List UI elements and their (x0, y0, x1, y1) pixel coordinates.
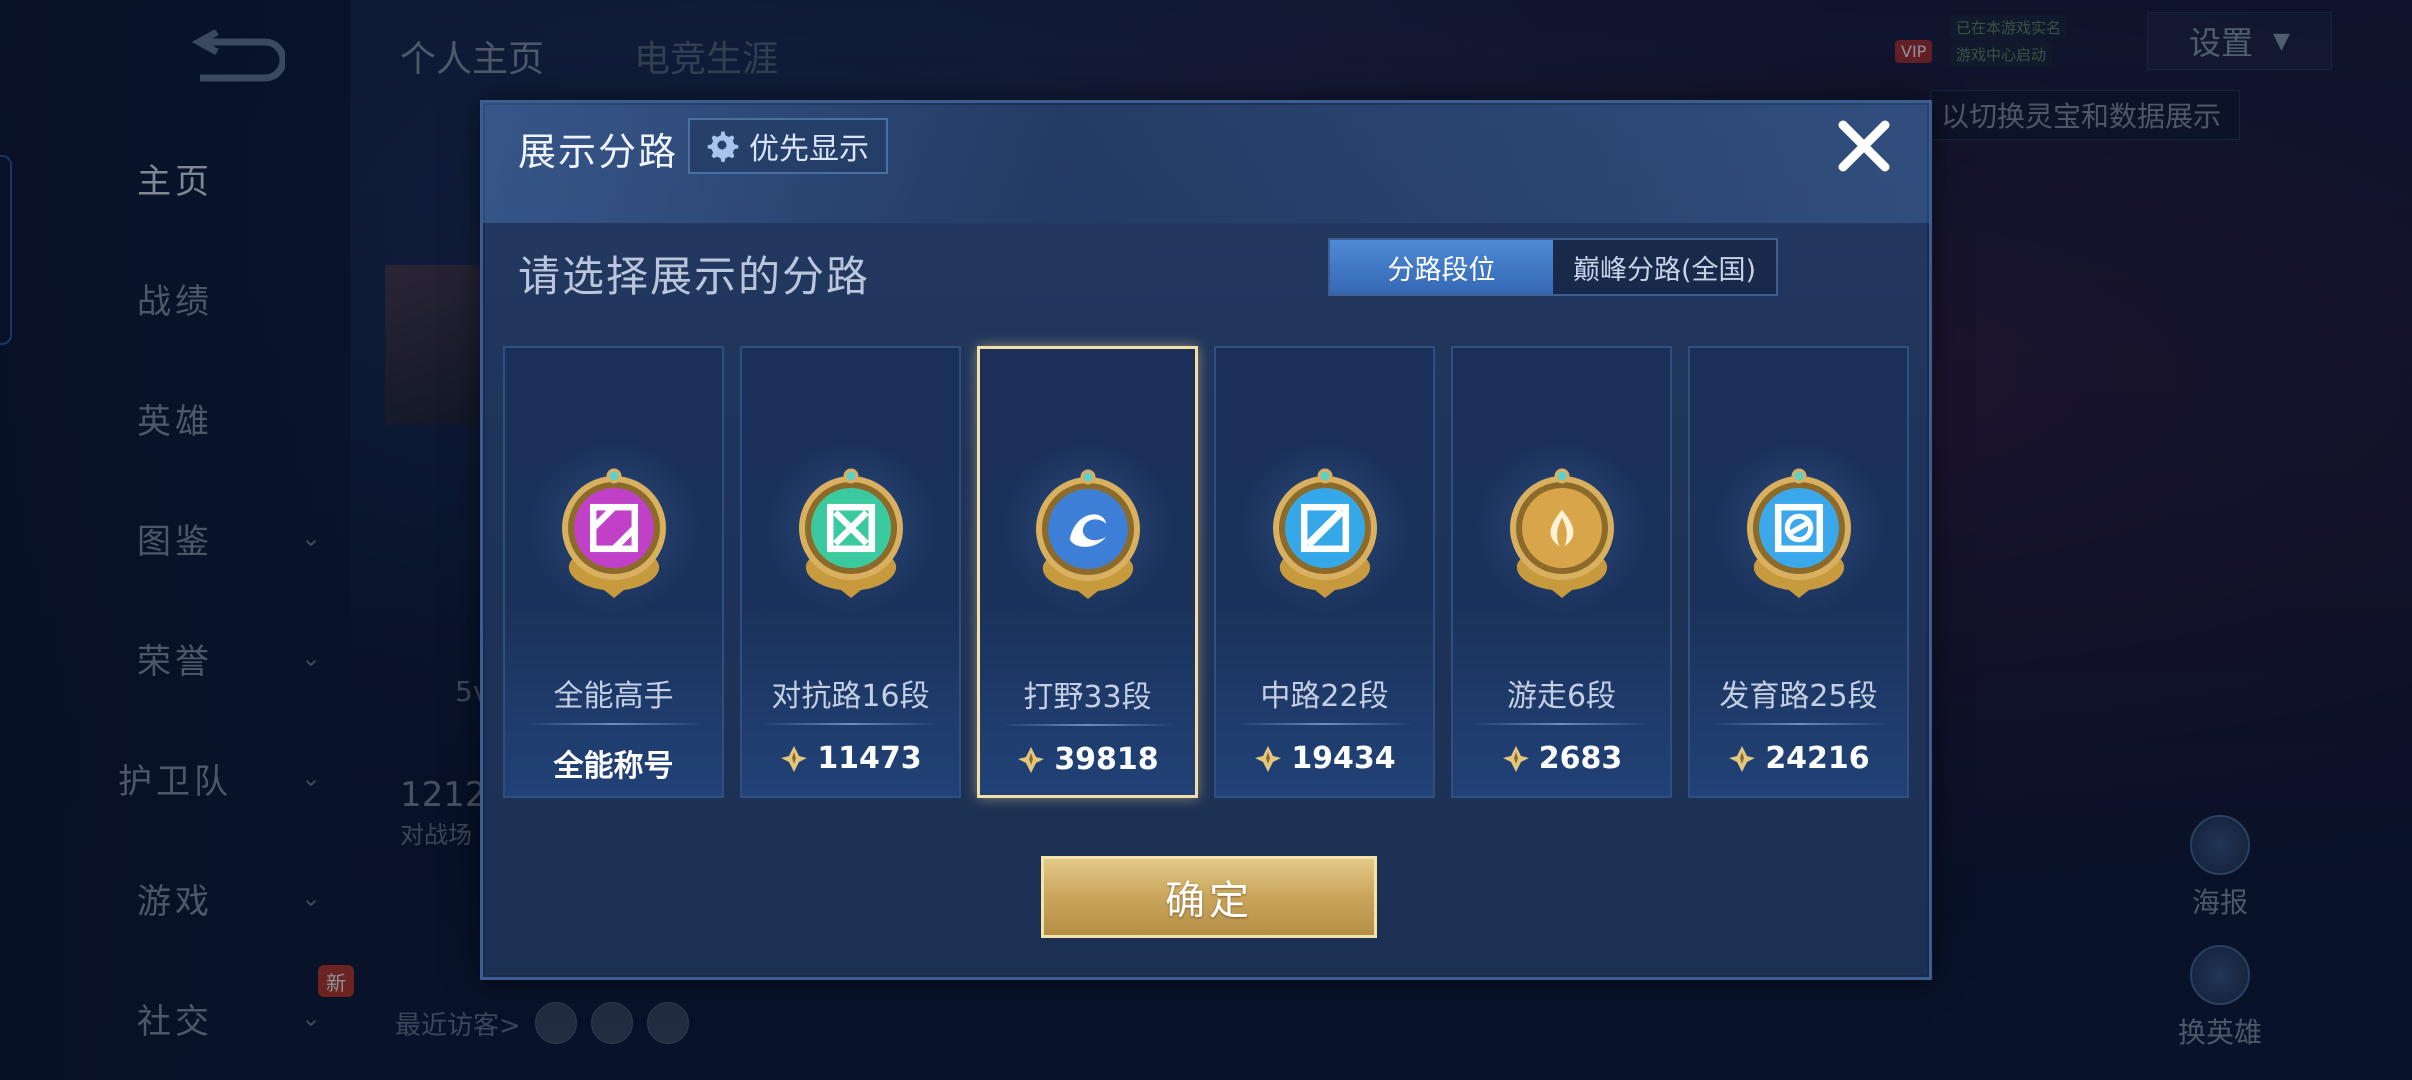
lane-value: 24216 (1690, 741, 1907, 776)
emblem-halo (528, 443, 699, 613)
lane-value-text: 2683 (1538, 741, 1623, 776)
close-icon (1838, 120, 1890, 172)
lane-card[interactable]: 中路22段 19434 (1214, 346, 1435, 798)
lane-value: 19434 (1216, 741, 1433, 776)
roam-emblem-icon (1509, 468, 1614, 598)
lane-name: 发育路25段 (1719, 679, 1878, 714)
mid-lane-emblem-icon (1272, 468, 1377, 598)
lane-card[interactable]: 打野33段 39818 (977, 346, 1198, 798)
lane-value-text: 39818 (1054, 742, 1159, 777)
lane-value-text: 19434 (1291, 741, 1396, 776)
clash-lane-emblem-icon (798, 468, 903, 598)
lane-name: 游走6段 (1506, 679, 1617, 714)
lane-card-list: 全能高手 全能称号 对抗路16段 11473 打野33段 39818 中路22段 19434 游… (503, 346, 1909, 798)
rank-points-icon (781, 745, 808, 772)
lane-value: 39818 (980, 742, 1195, 777)
lane-name: 打野33段 (1023, 680, 1152, 715)
rank-points-icon (1255, 745, 1282, 772)
lane-name: 对抗路16段 (771, 679, 930, 714)
lane-card[interactable]: 游走6段 2683 (1451, 346, 1672, 798)
emblem-halo (765, 443, 936, 613)
close-button[interactable] (1829, 111, 1899, 181)
divider (1000, 724, 1175, 726)
divider (525, 723, 702, 725)
lane-card[interactable]: 对抗路16段 11473 (740, 346, 961, 798)
farm-lane-emblem-icon (1746, 468, 1851, 598)
divider (1236, 723, 1413, 725)
lane-value: 全能称号 (505, 741, 722, 785)
lane-value: 2683 (1453, 741, 1670, 776)
divider (1710, 723, 1887, 725)
lane-display-dialog: 展示分路 优先显示 请选择展示的分路 分路段位 巅峰分路(全国) 全能高手全能称… (480, 100, 1932, 980)
all-round-emblem-icon (561, 468, 666, 598)
lane-name: 全能高手 (553, 679, 674, 714)
lane-value: 11473 (742, 741, 959, 776)
rank-points-icon (1018, 746, 1045, 773)
rank-points-icon (1502, 745, 1529, 772)
gear-icon (707, 131, 739, 162)
emblem-halo (1713, 443, 1884, 613)
priority-display-button[interactable]: 优先显示 (688, 118, 888, 174)
rank-points-icon (1729, 745, 1756, 772)
lane-value-text: 11473 (817, 741, 922, 776)
lane-card[interactable]: 全能高手 全能称号 (503, 346, 724, 798)
display-mode-toggle: 分路段位 巅峰分路(全国) (1328, 238, 1778, 296)
dialog-title: 展示分路 (518, 130, 679, 174)
priority-display-label: 优先显示 (749, 132, 869, 167)
emblem-halo (1002, 444, 1173, 614)
tab-peak-lane[interactable]: 巅峰分路(全国) (1553, 240, 1776, 294)
jungle-emblem-icon (1035, 469, 1140, 599)
tab-lane-rank[interactable]: 分路段位 (1330, 240, 1553, 294)
dialog-subtitle: 请选择展示的分路 (518, 252, 871, 301)
divider (1473, 723, 1650, 725)
divider (762, 723, 939, 725)
lane-value-text: 24216 (1765, 741, 1870, 776)
lane-card[interactable]: 发育路25段 24216 (1688, 346, 1909, 798)
emblem-halo (1239, 443, 1410, 613)
confirm-button[interactable]: 确定 (1041, 856, 1377, 938)
lane-value-text: 全能称号 (553, 749, 674, 784)
emblem-halo (1476, 443, 1647, 613)
lane-name: 中路22段 (1260, 679, 1389, 714)
